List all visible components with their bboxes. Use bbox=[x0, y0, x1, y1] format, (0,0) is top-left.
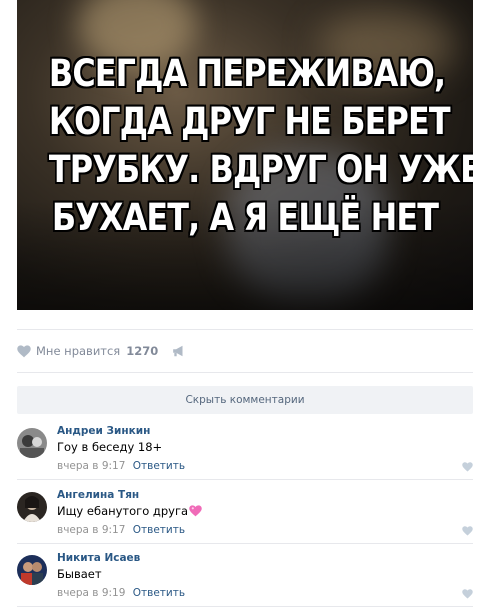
divider bbox=[17, 372, 473, 373]
divider bbox=[17, 479, 473, 480]
caption-line: ВСЕГДА ПЕРЕЖИВАЮ, bbox=[48, 52, 446, 95]
comment-time[interactable]: вчера в 9:17 bbox=[57, 460, 125, 472]
avatar[interactable] bbox=[17, 492, 47, 522]
comment-author[interactable]: Андреи Зинкин bbox=[57, 425, 150, 437]
heart-icon bbox=[17, 344, 31, 357]
sparkling-heart-icon bbox=[189, 505, 202, 517]
like-count: 1270 bbox=[126, 344, 159, 358]
likes-bar: Мне нравится 1270 bbox=[17, 340, 186, 362]
like-label: Мне нравится bbox=[36, 344, 121, 358]
heart-icon[interactable] bbox=[462, 462, 473, 472]
caption-line: БУХАЕТ, А Я ЕЩЁ НЕТ bbox=[51, 196, 439, 239]
reply-link[interactable]: Ответить bbox=[133, 460, 185, 472]
comment-author[interactable]: Ангелина Тян bbox=[57, 489, 139, 501]
comment-meta: вчера в 9:17 Ответить bbox=[57, 524, 185, 536]
comment-text: Бывает bbox=[57, 567, 102, 581]
comment-time[interactable]: вчера в 9:19 bbox=[57, 587, 125, 599]
comment-item: Андреи Зинкин Гоу в беседу 18+ вчера в 9… bbox=[17, 425, 473, 485]
comment-text: Гоу в беседу 18+ bbox=[57, 440, 163, 454]
hide-comments-button[interactable]: Скрыть комментарии bbox=[17, 386, 473, 414]
comment-text-content: Ищу ебанутого друга bbox=[57, 504, 189, 518]
divider bbox=[17, 329, 473, 330]
reply-link[interactable]: Ответить bbox=[133, 524, 185, 536]
divider bbox=[17, 543, 473, 544]
comment-time[interactable]: вчера в 9:17 bbox=[57, 524, 125, 536]
image-caption: ВСЕГДА ПЕРЕЖИВАЮ, КОГДА ДРУГ НЕ БЕРЕТ ТР… bbox=[48, 50, 473, 242]
comment-meta: вчера в 9:17 Ответить bbox=[57, 460, 185, 472]
like-button[interactable]: Мне нравится 1270 bbox=[17, 344, 158, 358]
heart-icon[interactable] bbox=[462, 589, 473, 599]
caption-line: КОГДА ДРУГ НЕ БЕРЕТ bbox=[48, 100, 451, 143]
megaphone-icon[interactable] bbox=[172, 345, 186, 357]
post-image[interactable]: ВСЕГДА ПЕРЕЖИВАЮ, КОГДА ДРУГ НЕ БЕРЕТ ТР… bbox=[17, 0, 473, 310]
divider bbox=[17, 606, 473, 607]
comment-meta: вчера в 9:19 Ответить bbox=[57, 587, 185, 599]
comment-text: Ищу ебанутого друга bbox=[57, 504, 202, 518]
comment-item: Ангелина Тян Ищу ебанутого друга вчера в… bbox=[17, 489, 473, 549]
reply-link[interactable]: Ответить bbox=[133, 587, 185, 599]
caption-line: ТРУБКУ. ВДРУГ ОН УЖЕ bbox=[48, 148, 473, 191]
comment-item: Никита Исаев Бывает вчера в 9:19 Ответит… bbox=[17, 552, 473, 612]
avatar[interactable] bbox=[17, 428, 47, 458]
avatar[interactable] bbox=[17, 555, 47, 585]
comment-author[interactable]: Никита Исаев bbox=[57, 552, 140, 564]
heart-icon[interactable] bbox=[462, 526, 473, 536]
